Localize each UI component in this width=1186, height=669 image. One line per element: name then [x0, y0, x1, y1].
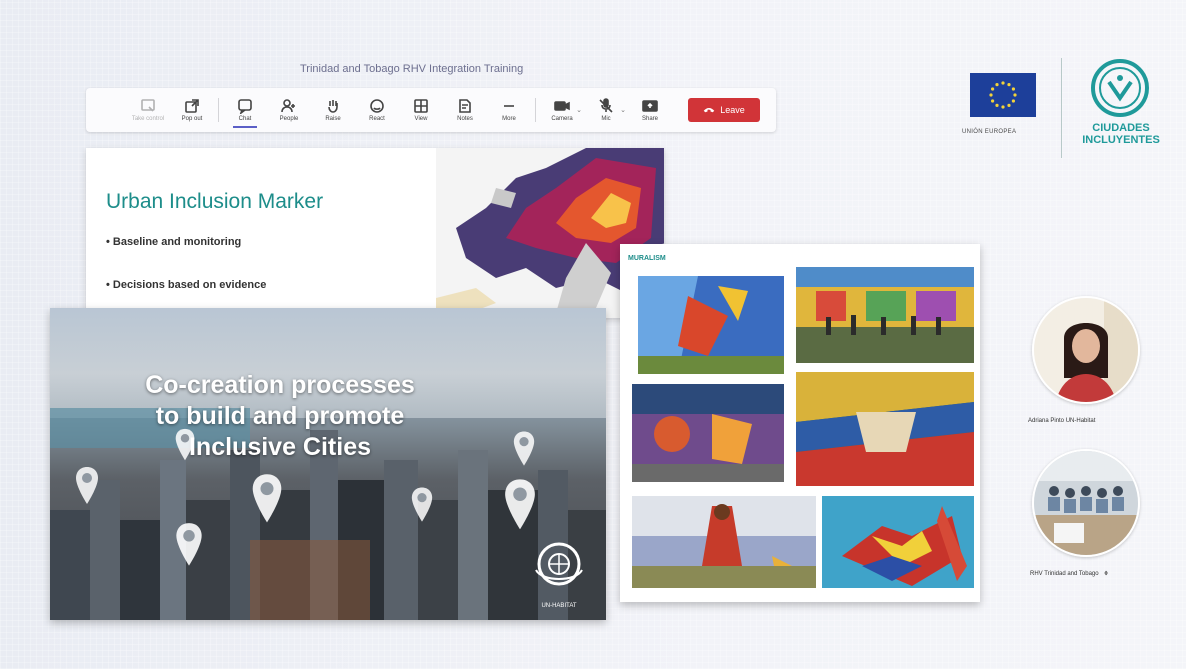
- chat-icon: [238, 99, 252, 114]
- eu-flag-logo: [970, 73, 1036, 117]
- bullet-decisions: • Decisions based on evidence: [106, 279, 267, 291]
- bullet-baseline: • Baseline and monitoring: [106, 236, 242, 248]
- map-pin-icon: [502, 478, 538, 532]
- slide-muralism: MURALISM: [620, 244, 980, 602]
- eu-caption: UNIÓN EUROPEA: [962, 129, 1017, 135]
- logo-divider: [1061, 58, 1062, 158]
- leave-button[interactable]: Leave: [688, 98, 760, 122]
- toolbar-divider: [535, 98, 536, 122]
- chat-label: Chat: [238, 116, 252, 122]
- meeting-stage: Trinidad and Tobago RHV Integration Trai…: [0, 0, 1186, 669]
- toolbar-divider: [218, 98, 219, 122]
- ciudades-incluyentes-text: CIUDADES INCLUYENTES: [1072, 122, 1170, 146]
- camera-label: Camera: [551, 116, 573, 122]
- notes-icon: [459, 99, 471, 113]
- participant-photo-room: [1034, 451, 1138, 555]
- chevron-down-icon[interactable]: ⌄: [620, 106, 626, 114]
- participant-name: Adriana Pinto UN-Habitat: [1028, 418, 1096, 424]
- ci-line1: CIUDADES: [1092, 122, 1150, 134]
- people-label: People: [279, 116, 299, 122]
- mural-photo: [796, 372, 974, 486]
- mural-photo: [632, 496, 816, 588]
- react-label: React: [369, 116, 385, 122]
- mic-icon: [599, 98, 613, 113]
- chat-button[interactable]: Chat: [223, 90, 267, 130]
- headline-line2: to build and promote: [155, 402, 405, 430]
- pop-out-button[interactable]: Pop out: [170, 90, 214, 130]
- ci-line2: INCLUYENTES: [1082, 134, 1160, 146]
- participant-name: RHV Trinidad and Tobago ⌽: [1030, 571, 1108, 578]
- headline-line1: Co-creation processes: [145, 371, 415, 399]
- map-pin-icon: [410, 486, 434, 524]
- people-button[interactable]: People: [267, 90, 311, 130]
- map-pin-icon: [250, 473, 284, 525]
- meeting-toolbar: Take control Pop out Chat People Raise R…: [86, 88, 776, 132]
- slide-headline: Co-creation processes to build and promo…: [50, 370, 510, 463]
- camera-icon: [554, 101, 570, 111]
- section-title: MURALISM: [628, 255, 666, 262]
- share-button[interactable]: Share: [628, 90, 672, 130]
- participant-photo-adriana: [1034, 298, 1138, 402]
- meeting-title: Trinidad and Tobago RHV Integration Trai…: [300, 63, 524, 75]
- mic-muted-icon: ⌽: [1104, 571, 1108, 577]
- people-icon: [281, 99, 295, 113]
- ciudades-incluyentes-logo: [1090, 58, 1150, 118]
- pop-out-icon: [185, 99, 199, 113]
- take-control-button[interactable]: Take control: [126, 90, 170, 130]
- un-habitat-caption: UN-HABITAT: [541, 603, 577, 609]
- participant-avatar[interactable]: [1032, 296, 1140, 404]
- leave-label: Leave: [720, 105, 745, 115]
- take-control-icon: [141, 99, 155, 112]
- pop-out-label: Pop out: [181, 116, 203, 122]
- more-label: More: [502, 116, 516, 122]
- more-button[interactable]: More: [487, 90, 531, 130]
- take-control-label: Take control: [131, 116, 165, 122]
- map-pin-icon: [174, 428, 196, 462]
- mural-photo: [638, 276, 784, 374]
- raise-hand-button[interactable]: Raise: [311, 90, 355, 130]
- headline-line3: Inclusive Cities: [188, 433, 372, 461]
- raise-label: Raise: [325, 116, 341, 122]
- participant-avatar[interactable]: [1032, 449, 1140, 557]
- map-pin-icon: [74, 466, 100, 506]
- notes-button[interactable]: Notes: [443, 90, 487, 130]
- participant-name-text: RHV Trinidad and Tobago: [1030, 571, 1099, 577]
- share-label: Share: [641, 116, 658, 122]
- view-label: View: [414, 116, 428, 122]
- react-button[interactable]: React: [355, 90, 399, 130]
- mural-photo: [632, 384, 784, 482]
- react-icon: [370, 99, 384, 113]
- mic-label: Mic: [601, 116, 611, 122]
- slide-urban-inclusion-marker: Urban Inclusion Marker • Baseline and mo…: [86, 148, 664, 318]
- phone-hangup-icon: [703, 107, 715, 113]
- view-icon: [414, 99, 428, 113]
- mic-button[interactable]: Mic ⌄: [584, 90, 628, 130]
- camera-button[interactable]: Camera ⌄: [540, 90, 584, 130]
- mural-photo: [822, 496, 974, 588]
- more-icon: [504, 105, 514, 107]
- raise-hand-icon: [328, 100, 338, 113]
- view-button[interactable]: View: [399, 90, 443, 130]
- mural-photo: [796, 267, 974, 363]
- un-habitat-logo: UN-HABITAT: [528, 540, 590, 610]
- map-pin-icon: [512, 430, 536, 468]
- map-pin-icon: [174, 522, 204, 568]
- slide-co-creation: Co-creation processes to build and promo…: [50, 308, 606, 620]
- chevron-down-icon[interactable]: ⌄: [576, 106, 582, 114]
- slide-title: Urban Inclusion Marker: [106, 190, 324, 213]
- share-icon: [642, 100, 658, 112]
- notes-label: Notes: [457, 116, 473, 122]
